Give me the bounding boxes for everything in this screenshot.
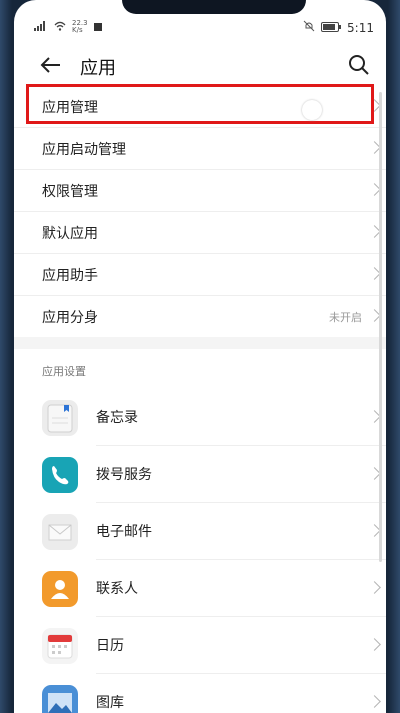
status-left: 22.3 K/s (34, 20, 102, 34)
menu-item-app-twin[interactable]: 应用分身 未开启 (14, 296, 386, 337)
app-item-email[interactable]: 电子邮件 (14, 503, 386, 560)
menu-item-app-launch[interactable]: 应用启动管理 (14, 128, 386, 170)
chevron-right-icon (370, 581, 378, 595)
app-item-label: 日历 (96, 638, 124, 654)
chevron-right-icon (370, 467, 378, 481)
phone-icon (42, 457, 78, 493)
menu-item-label: 默认应用 (42, 226, 98, 242)
back-arrow-icon[interactable] (38, 52, 64, 78)
app-bar: 应用 (14, 48, 386, 84)
app-item-label: 备忘录 (96, 410, 138, 426)
page-title: 应用 (80, 58, 116, 79)
section-divider (14, 337, 386, 349)
menu-item-app-management[interactable]: 应用管理 (14, 84, 386, 128)
chevron-right-icon (370, 695, 378, 709)
chevron-right-icon (370, 225, 378, 239)
chevron-right-icon (370, 267, 378, 281)
search-icon[interactable] (346, 52, 372, 78)
camera-notch (122, 0, 306, 14)
chevron-right-icon (370, 410, 378, 424)
menu-item-default-apps[interactable]: 默认应用 (14, 212, 386, 254)
wifi-icon (54, 20, 66, 34)
touch-indicator (302, 100, 322, 120)
chevron-right-icon (370, 99, 378, 113)
menu-item-label: 应用助手 (42, 268, 98, 284)
app-item-label: 图库 (96, 695, 124, 711)
app-item-label: 联系人 (96, 581, 138, 597)
notification-icon (93, 20, 102, 34)
app-item-contacts[interactable]: 联系人 (14, 560, 386, 617)
chevron-right-icon (370, 309, 378, 323)
app-item-label: 电子邮件 (96, 524, 152, 540)
screen: 22.3 K/s 5:11 应用 应用管理 应用启动管理 权限管理 默认应用 应… (14, 0, 386, 713)
section-header: 应用设置 (14, 349, 386, 389)
section-title: 应用设置 (42, 365, 86, 378)
network-speed: 22.3 K/s (72, 19, 88, 34)
status-right: 5:11 (303, 20, 374, 35)
mail-icon (42, 514, 78, 550)
calendar-icon (42, 628, 78, 664)
menu-item-label: 应用启动管理 (42, 142, 126, 158)
chevron-right-icon (370, 141, 378, 155)
menu-item-permissions[interactable]: 权限管理 (14, 170, 386, 212)
signal-icon (34, 20, 48, 34)
menu-item-label: 权限管理 (42, 184, 98, 200)
scrollbar[interactable] (379, 92, 382, 562)
clock: 5:11 (347, 20, 374, 35)
menu-item-label: 应用管理 (42, 100, 98, 116)
app-item-notepad[interactable]: 备忘录 (14, 389, 386, 446)
chevron-right-icon (370, 524, 378, 538)
gallery-icon (42, 685, 78, 713)
mute-icon (303, 20, 315, 35)
app-item-label: 拨号服务 (96, 467, 152, 483)
app-item-gallery[interactable]: 图库 (14, 674, 386, 713)
phone-frame: 22.3 K/s 5:11 应用 应用管理 应用启动管理 权限管理 默认应用 应… (0, 0, 400, 713)
app-item-calendar[interactable]: 日历 (14, 617, 386, 674)
chevron-right-icon (370, 183, 378, 197)
notepad-icon (42, 400, 78, 436)
status-bar: 22.3 K/s 5:11 (14, 18, 386, 38)
menu-item-label: 应用分身 (42, 310, 98, 326)
contacts-icon (42, 571, 78, 607)
settings-list: 应用管理 应用启动管理 权限管理 默认应用 应用助手 应用分身 未开启 应用设置… (14, 84, 386, 713)
status-value: 未开启 (329, 311, 362, 324)
app-item-dialer[interactable]: 拨号服务 (14, 446, 386, 503)
chevron-right-icon (370, 638, 378, 652)
menu-item-app-assistant[interactable]: 应用助手 (14, 254, 386, 296)
battery-icon (321, 21, 342, 35)
